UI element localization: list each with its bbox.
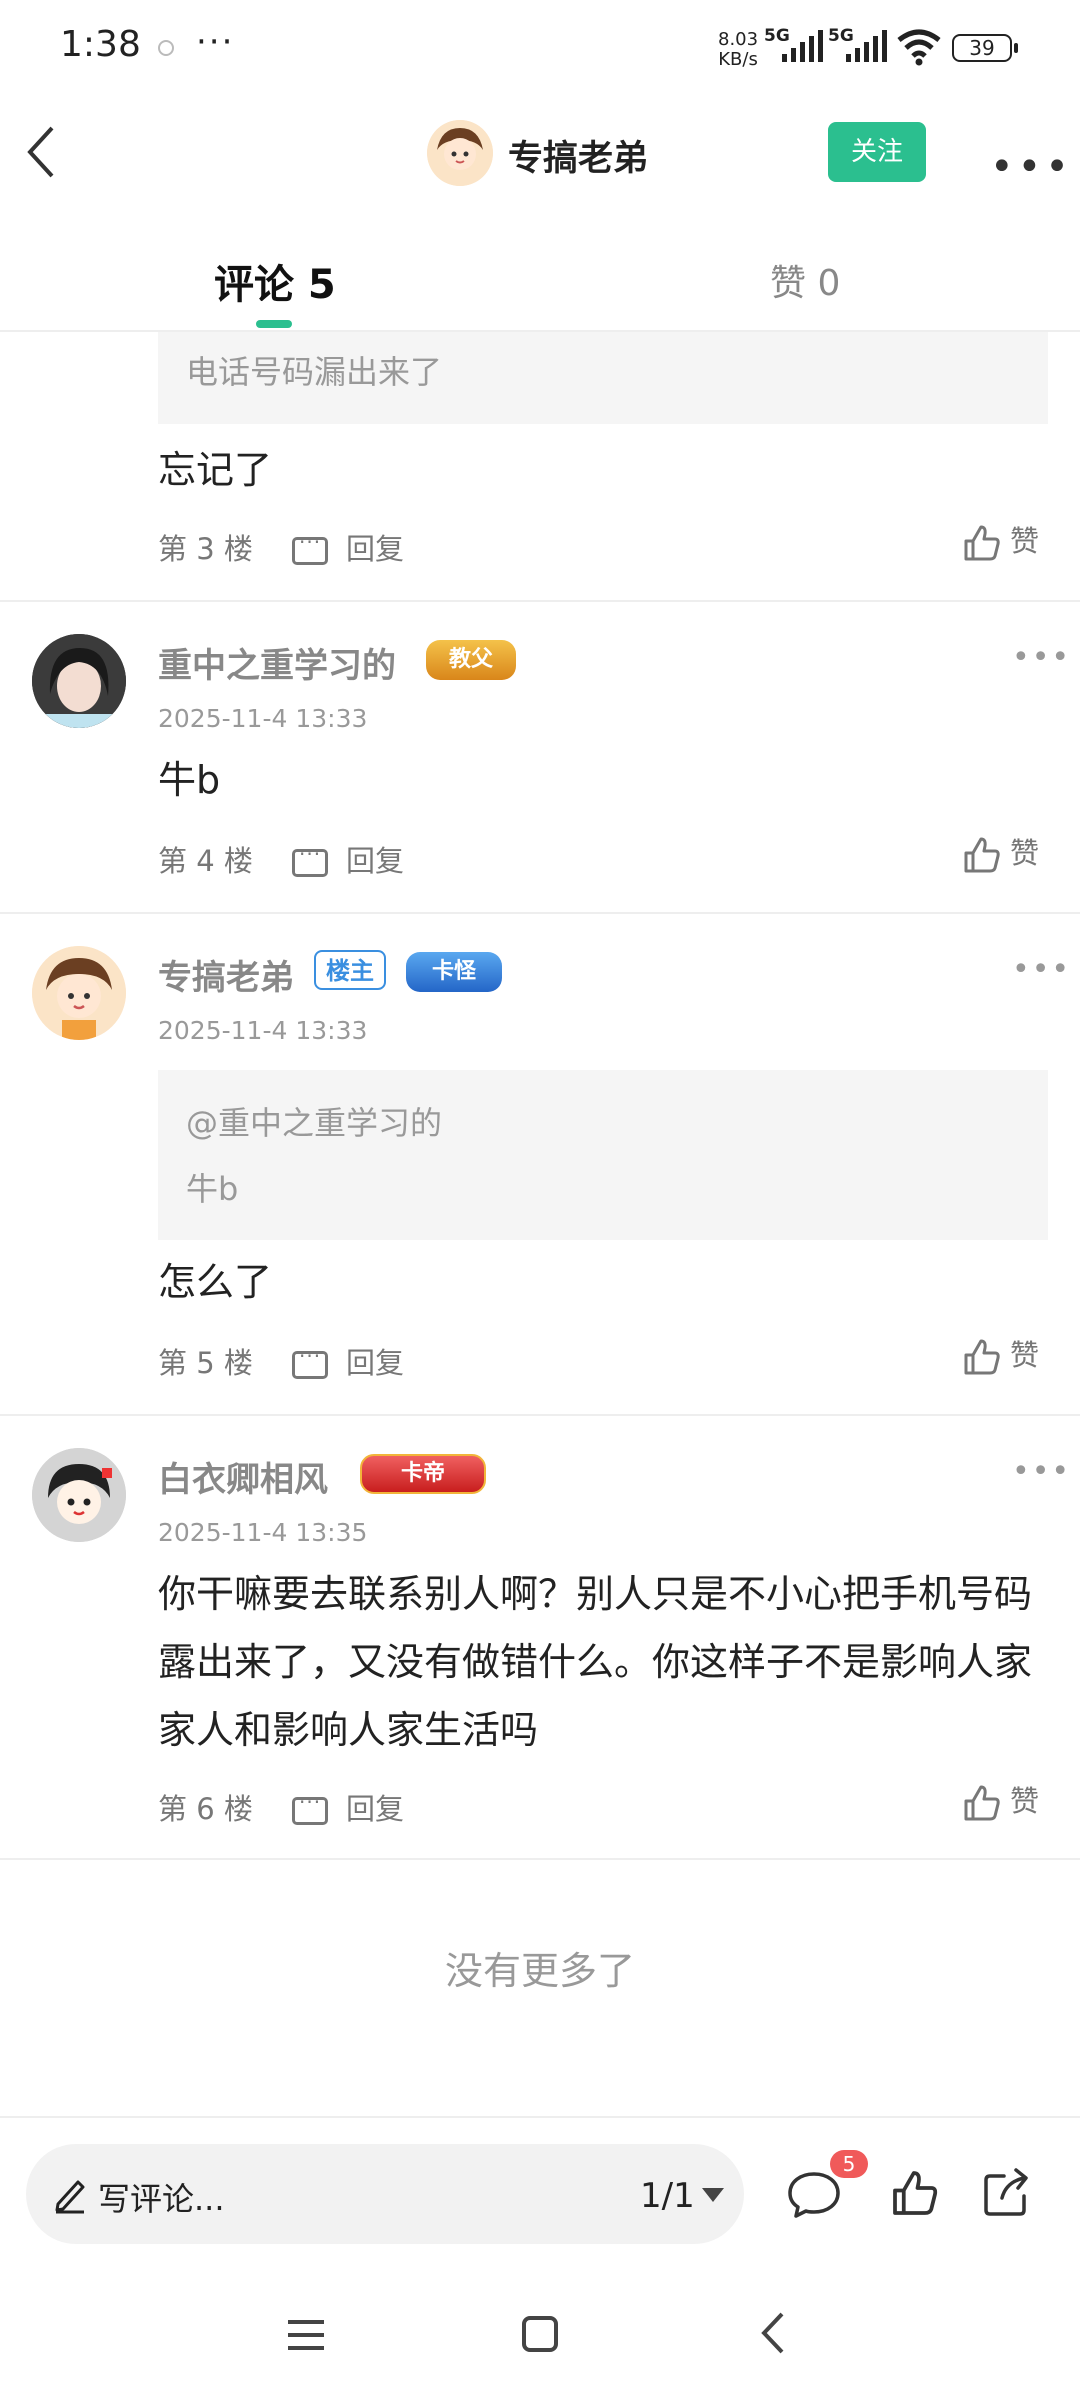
reply-icon [292,530,328,565]
reply-label: 回复 [346,1346,405,1380]
quoted-comment[interactable]: @重中之重学习的 牛b [158,1070,1048,1240]
reply-button[interactable]: 回复 [292,838,404,880]
reply-icon [292,1344,328,1379]
like-label: 赞 [1010,836,1040,870]
quote-user: @重中之重学习的 [186,1104,443,1142]
status-bar: 1:38 ··· 8.03 KB/s 5G 5G 39 [0,0,1080,100]
reply-icon [292,842,328,877]
write-comment-placeholder[interactable]: 写评论... [98,2174,225,2220]
like-label: 赞 [1010,1784,1040,1818]
wifi-icon [897,29,941,66]
comment-body[interactable]: 你干嘛要去联系别人啊？别人只是不小心把手机号码露出来了，又没有做错什么。你这样子… [158,1560,1038,1764]
more-icon[interactable]: ••• [1012,1454,1071,1489]
nav-back-icon[interactable] [758,2310,788,2356]
signal-icon-1 [782,30,823,62]
reply-button[interactable]: 回复 [292,526,404,568]
net-speed: 8.03 KB/s [718,30,758,70]
comment-divider [0,1414,1080,1416]
quote-text: 电话号码漏出来了 [186,353,443,391]
floor-number: 第 4 楼 [158,844,253,878]
comment-divider [0,600,1080,602]
signal-icon-2 [846,30,887,62]
comment-icon[interactable] [786,2168,842,2222]
floor-number: 第 3 楼 [158,532,253,566]
author-avatar[interactable] [427,120,493,186]
chevron-down-icon[interactable] [702,2188,724,2202]
thumbs-up-icon [964,525,1000,561]
tab-likes[interactable]: 赞 0 [770,254,840,306]
battery-indicator: 39 [952,34,1018,62]
net-speed-unit: KB/s [718,49,758,70]
more-icon[interactable]: ••• [1012,640,1071,675]
status-time: 1:38 [60,24,141,65]
floor-number: 第 6 楼 [158,1792,253,1826]
comment-divider [0,1858,1080,1860]
comment-time: 2025-11-4 13:35 [158,1518,368,1547]
comment-body[interactable]: 牛b [158,746,1038,814]
quote-text: 牛b [186,1170,239,1208]
comment-body[interactable]: 忘记了 [158,436,1038,504]
thumbs-up-icon [964,1339,1000,1375]
tab-active-indicator [256,320,292,328]
like-button[interactable]: 赞 [962,830,1039,875]
status-more-dots: ··· [196,22,235,62]
like-button[interactable]: 赞 [962,1332,1039,1377]
notification-icon [158,40,174,56]
pencil-icon [55,2180,85,2214]
reply-button[interactable]: 回复 [292,1340,404,1382]
quoted-comment[interactable]: 电话号码漏出来了 [158,332,1048,424]
like-label: 赞 [1010,524,1040,558]
avatar[interactable] [32,1448,126,1542]
comment-body[interactable]: 怎么了 [158,1248,1038,1316]
medal-badge: 卡怪 [406,952,502,992]
tab-comments[interactable]: 评论 5 [214,252,336,310]
home-icon[interactable] [522,2316,558,2352]
more-icon[interactable]: ••• [990,144,1073,190]
comment-divider [0,912,1080,914]
net-speed-value: 8.03 [718,29,759,50]
avatar[interactable] [32,634,126,728]
floor-number: 第 5 楼 [158,1346,253,1380]
medal-badge: 教父 [426,640,516,680]
more-icon[interactable]: ••• [1012,952,1071,987]
reply-label: 回复 [346,844,405,878]
comment-time: 2025-11-4 13:33 [158,704,368,733]
reply-button[interactable]: 回复 [292,1786,404,1828]
username[interactable]: 白衣卿相风 [158,1452,328,1501]
menu-icon[interactable] [286,2318,326,2352]
like-button[interactable]: 赞 [962,518,1039,563]
reply-label: 回复 [346,532,405,566]
username[interactable]: 重中之重学习的 [158,638,396,687]
comment-time: 2025-11-4 13:33 [158,1016,368,1045]
thumbs-up-icon [964,1785,1000,1821]
page-indicator[interactable]: 1/1 [640,2176,695,2216]
comment-count-badge: 5 [830,2150,868,2178]
follow-button[interactable]: 关注 [828,122,926,182]
medal-badge: 卡帝 [360,1454,486,1494]
username[interactable]: 专搞老弟 [158,950,294,999]
back-arrow-icon[interactable] [22,122,62,182]
avatar[interactable] [32,946,126,1040]
host-badge: 楼主 [314,950,386,990]
no-more-text: 没有更多了 [444,1949,635,1993]
bottom-divider [0,2116,1080,2118]
thumbs-up-icon [964,837,1000,873]
share-icon[interactable] [980,2164,1034,2220]
reply-icon [292,1790,328,1825]
thumbs-up-icon[interactable] [890,2168,940,2218]
reply-label: 回复 [346,1792,405,1826]
like-button[interactable]: 赞 [962,1778,1039,1823]
like-label: 赞 [1010,1338,1040,1372]
author-name[interactable]: 专搞老弟 [508,130,648,181]
